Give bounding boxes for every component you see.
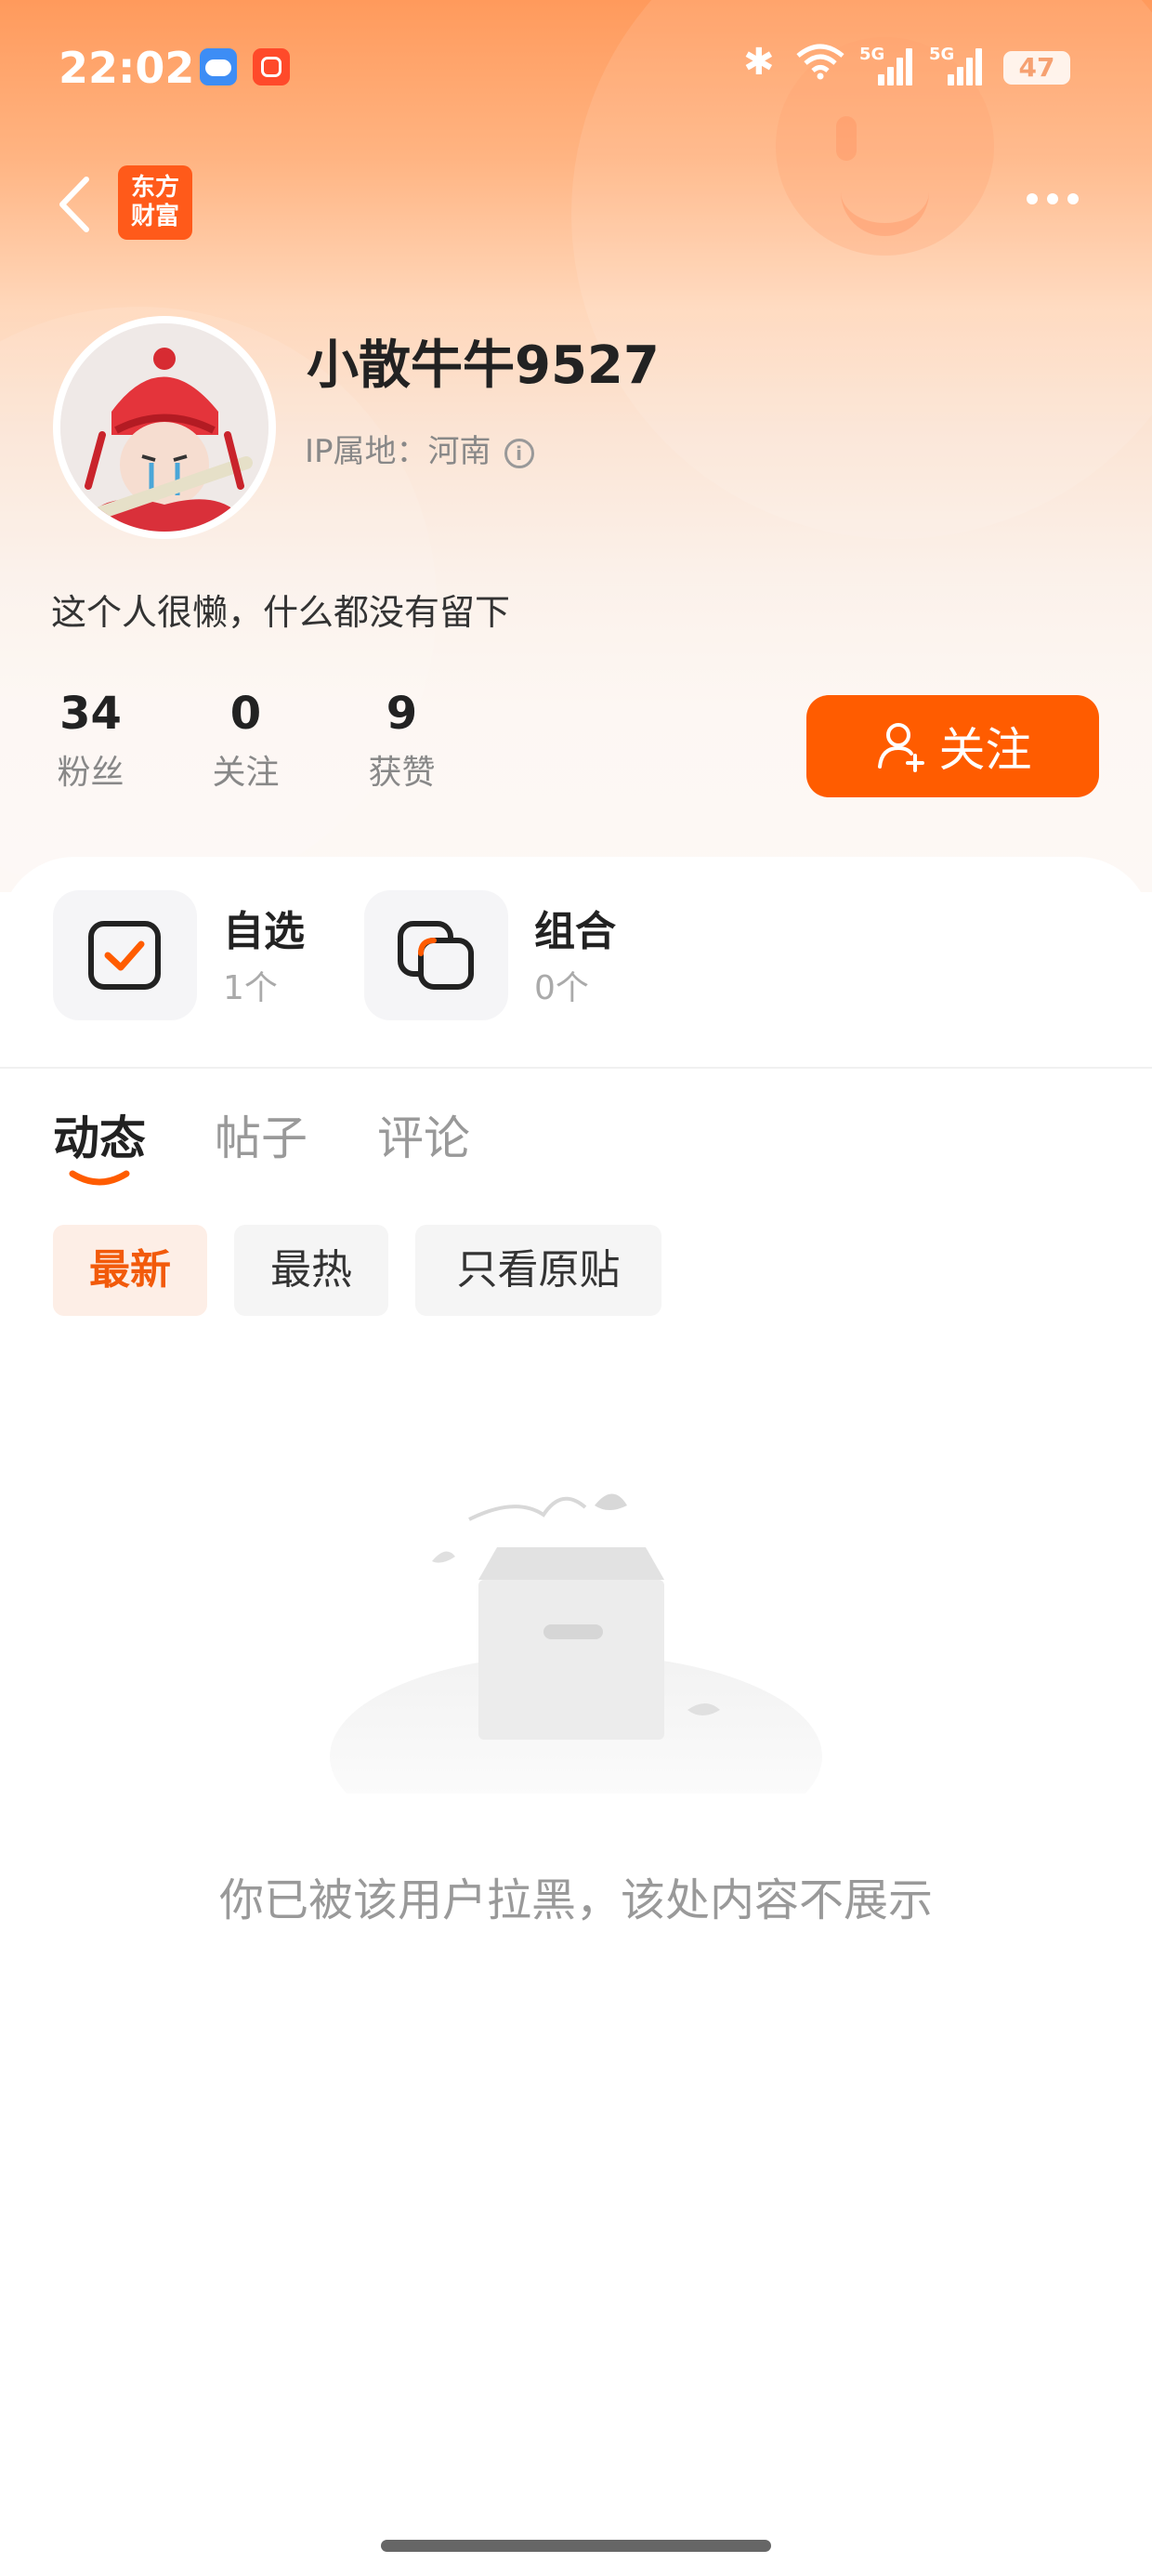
signal-icon: 5G — [859, 45, 912, 85]
filter-original-only[interactable]: 只看原贴 — [415, 1225, 661, 1316]
empty-state-message: 你已被该用户拉黑，该处内容不展示 — [218, 1874, 933, 1926]
filter-latest[interactable]: 最新 — [53, 1225, 207, 1316]
portfolio-icon — [398, 921, 474, 990]
stat-following[interactable]: 0 关注 — [206, 688, 285, 794]
bio: 这个人很懒，什么都没有留下 — [51, 592, 511, 633]
status-time: 22:02 — [59, 43, 195, 93]
bluetooth-icon: ✱ — [743, 41, 775, 84]
avatar-image — [60, 323, 268, 532]
avatar[interactable] — [53, 316, 276, 539]
follow-button-label: 关注 — [938, 724, 1032, 776]
portfolio-icon-box — [364, 890, 508, 1020]
stat-likes[interactable]: 9 获赞 — [362, 688, 441, 794]
feature-title: 自选 — [223, 908, 305, 955]
feature-title: 组合 — [534, 908, 616, 955]
tab-comments[interactable]: 评论 — [377, 1101, 470, 1168]
stat-label: 粉丝 — [57, 754, 124, 792]
add-user-icon — [877, 723, 924, 772]
stat-value: 0 — [229, 688, 262, 740]
brand-logo-text: 东方 — [130, 174, 179, 202]
network-type-label: 5G — [929, 45, 955, 64]
ip-location-text: IP属地：河南 — [305, 433, 491, 470]
stat-label: 关注 — [212, 754, 280, 792]
home-indicator[interactable] — [381, 2540, 771, 2552]
stat-value: 9 — [386, 688, 418, 740]
stat-value: 34 — [59, 688, 122, 740]
ip-location: IP属地：河南 i — [305, 426, 534, 471]
tab-active-indicator — [69, 1170, 130, 1186]
checkbox-icon — [88, 921, 161, 990]
signal-icon: 5G — [929, 45, 982, 85]
empty-box-illustration — [330, 1493, 822, 1794]
watchlist-icon-box — [53, 890, 197, 1020]
follow-button[interactable]: 关注 — [806, 695, 1099, 797]
brand-logo-text: 财富 — [130, 203, 179, 230]
feature-count: 0个 — [534, 969, 589, 1007]
stat-label: 获赞 — [368, 754, 436, 792]
info-icon[interactable]: i — [504, 438, 534, 468]
feature-count: 1个 — [223, 969, 278, 1007]
network-type-label: 5G — [859, 45, 885, 64]
more-options-icon[interactable] — [1027, 191, 1092, 213]
brand-logo[interactable]: 东方 财富 — [118, 165, 192, 240]
wifi-icon — [796, 44, 844, 80]
filter-hottest[interactable]: 最热 — [234, 1225, 388, 1316]
tab-posts[interactable]: 帖子 — [215, 1101, 308, 1168]
notification-app-icon — [253, 48, 290, 85]
feature-portfolio[interactable]: 组合 0个 — [364, 890, 643, 1020]
weather-app-icon — [200, 48, 237, 85]
battery-icon: 47 — [1003, 51, 1070, 85]
stat-fans[interactable]: 34 粉丝 — [51, 688, 130, 794]
feature-watchlist[interactable]: 自选 1个 — [53, 890, 332, 1020]
username: 小散牛牛9527 — [307, 335, 660, 396]
back-arrow-icon[interactable] — [51, 172, 107, 237]
tab-activity[interactable]: 动态 — [53, 1101, 146, 1168]
divider — [0, 1067, 1152, 1069]
